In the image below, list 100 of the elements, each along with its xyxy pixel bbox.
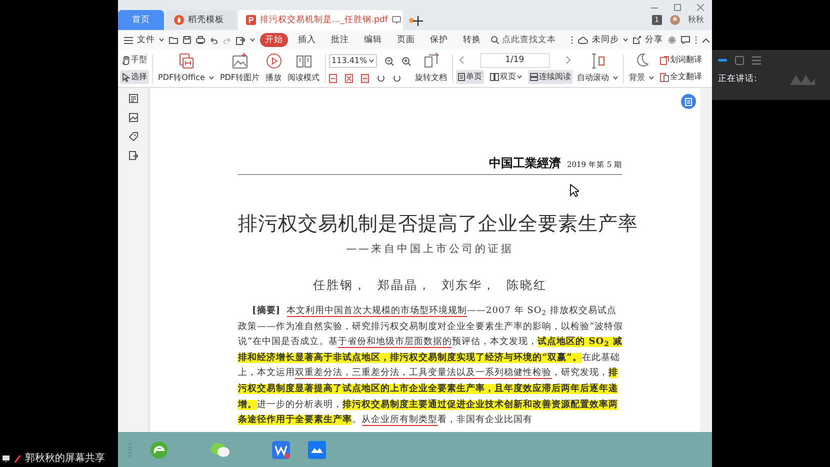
caret-icon bbox=[613, 76, 618, 80]
toolbar-button[interactable]: 自动滚动 bbox=[575, 52, 620, 85]
fit-width-icon[interactable] bbox=[328, 74, 337, 83]
caret-icon bbox=[623, 38, 628, 42]
translate-document-icon bbox=[660, 72, 670, 82]
article-title: 排污权交易机制是否提高了企业全要素生产率 bbox=[238, 212, 638, 235]
share-label: 郭秋秋的屏幕共享 bbox=[25, 452, 105, 466]
moon-icon bbox=[634, 53, 649, 67]
fit-page-icon[interactable] bbox=[344, 74, 353, 83]
file-menu[interactable]: 文件 bbox=[124, 34, 164, 46]
caret-icon bbox=[649, 76, 654, 80]
share-button[interactable]: 分享 bbox=[633, 34, 663, 46]
chat-bubbles-icon[interactable] bbox=[210, 442, 230, 458]
browser-icon[interactable] bbox=[150, 440, 168, 458]
floating-tool-button[interactable] bbox=[681, 94, 696, 109]
monitor-icon bbox=[392, 16, 401, 24]
journal-name: 中国工業經濟 bbox=[488, 155, 561, 172]
document-icon bbox=[685, 98, 692, 106]
convert-image-icon bbox=[232, 53, 248, 69]
caret-icon bbox=[208, 76, 214, 80]
pdf-file-icon bbox=[246, 15, 256, 25]
pointer-icon bbox=[122, 72, 130, 82]
auto-scroll-icon bbox=[590, 53, 606, 69]
sync-button[interactable]: 未同步 bbox=[578, 34, 628, 46]
cloud-icon bbox=[578, 36, 588, 44]
document-app-icon[interactable] bbox=[272, 440, 290, 458]
actual-size-icon[interactable] bbox=[360, 74, 369, 83]
search-field[interactable]: 点此查找文本 bbox=[491, 34, 566, 46]
save-icon[interactable] bbox=[183, 36, 191, 44]
toolbar-button[interactable]: 阅读模式 bbox=[286, 52, 322, 85]
caret-icon bbox=[517, 75, 522, 80]
rotate-left-icon[interactable] bbox=[376, 74, 385, 82]
annotation-icon[interactable] bbox=[128, 132, 138, 141]
toolbar-button[interactable]: PDF转Office bbox=[156, 52, 216, 85]
chat-icon[interactable] bbox=[681, 36, 690, 44]
pen-icon bbox=[14, 454, 21, 462]
scrollbar[interactable] bbox=[700, 88, 712, 432]
rotate-right-icon[interactable] bbox=[392, 74, 401, 82]
tool-button[interactable]: 选择 bbox=[120, 70, 149, 84]
hand-icon bbox=[122, 56, 130, 64]
thumbnail-icon[interactable] bbox=[128, 113, 138, 122]
book-icon bbox=[296, 53, 312, 69]
tool-button[interactable]: 手型 bbox=[120, 53, 149, 67]
document-tab[interactable]: 稻壳模板 bbox=[166, 10, 236, 30]
toolbar-button[interactable]: 旋转文档 bbox=[413, 52, 450, 85]
double-page-icon bbox=[490, 73, 500, 82]
ribbon-tab[interactable]: 批注 bbox=[326, 32, 354, 48]
meeting-logo-icon bbox=[790, 73, 816, 86]
ribbon-tab[interactable]: 保护 bbox=[425, 32, 453, 48]
maximize-icon[interactable] bbox=[674, 4, 681, 11]
cloud-app-icon[interactable] bbox=[308, 440, 326, 458]
screen-icon bbox=[2, 455, 10, 462]
settings-icon[interactable] bbox=[668, 36, 676, 44]
ribbon-tab[interactable]: 转换 bbox=[458, 32, 486, 48]
previous-page-icon[interactable] bbox=[458, 56, 464, 64]
rotate-document-icon bbox=[423, 53, 440, 69]
translate-button[interactable]: 全文翻译 bbox=[658, 70, 704, 84]
share-icon bbox=[633, 36, 641, 44]
export-icon[interactable] bbox=[236, 36, 245, 44]
page-number-field[interactable]: 1/19 bbox=[480, 52, 550, 68]
next-page-icon[interactable] bbox=[566, 56, 571, 64]
close-icon[interactable] bbox=[697, 4, 704, 11]
mouse-cursor-icon bbox=[570, 184, 579, 197]
view-mode-button[interactable]: 单页 bbox=[456, 70, 484, 84]
view-mode-button[interactable]: 连续阅读 bbox=[528, 70, 574, 84]
zoom-select[interactable]: 113.41% bbox=[328, 54, 378, 68]
caret-icon bbox=[250, 38, 255, 42]
article-subtitle: ——来自中国上市公司的证据 bbox=[346, 243, 514, 256]
collapse-icon[interactable] bbox=[702, 38, 710, 42]
caret-icon bbox=[159, 38, 164, 42]
outline-icon[interactable] bbox=[128, 94, 138, 103]
menu-icon bbox=[124, 36, 133, 44]
view-mode-button[interactable]: 双页 bbox=[488, 70, 524, 84]
user-name[interactable]: 秋秋 bbox=[688, 14, 704, 26]
caret-icon bbox=[369, 59, 374, 64]
ribbon-tab[interactable]: 开始 bbox=[260, 32, 288, 48]
search-icon bbox=[491, 36, 499, 44]
zoom-out-icon[interactable] bbox=[385, 56, 394, 66]
list-icon[interactable] bbox=[752, 56, 761, 65]
flame-icon bbox=[174, 15, 184, 25]
ribbon-tab[interactable]: 编辑 bbox=[359, 32, 387, 48]
translate-button[interactable]: 划词翻译 bbox=[658, 53, 704, 67]
ribbon-tab[interactable]: 插入 bbox=[293, 32, 321, 48]
window-icon[interactable] bbox=[735, 56, 744, 65]
folder-icon[interactable] bbox=[169, 36, 178, 44]
translate-word-icon bbox=[660, 56, 670, 64]
zoom-in-icon[interactable] bbox=[402, 56, 412, 66]
toolbar-button[interactable]: 播放 bbox=[264, 52, 284, 85]
toolbar-button[interactable]: PDF转图片 bbox=[218, 52, 262, 85]
page-extract-icon[interactable] bbox=[128, 151, 138, 160]
continuous-page-icon bbox=[530, 73, 538, 82]
avatar-icon[interactable] bbox=[670, 15, 680, 25]
toolbar-button[interactable]: 背景 bbox=[627, 52, 656, 85]
convert-document-icon bbox=[178, 53, 194, 69]
single-page-icon bbox=[458, 73, 466, 82]
print-icon[interactable] bbox=[196, 36, 205, 44]
minimize-icon[interactable] bbox=[718, 59, 727, 62]
ribbon-tab[interactable]: 页面 bbox=[392, 32, 420, 48]
undo-icon[interactable] bbox=[210, 36, 218, 44]
new-tab-icon[interactable] bbox=[413, 16, 423, 26]
